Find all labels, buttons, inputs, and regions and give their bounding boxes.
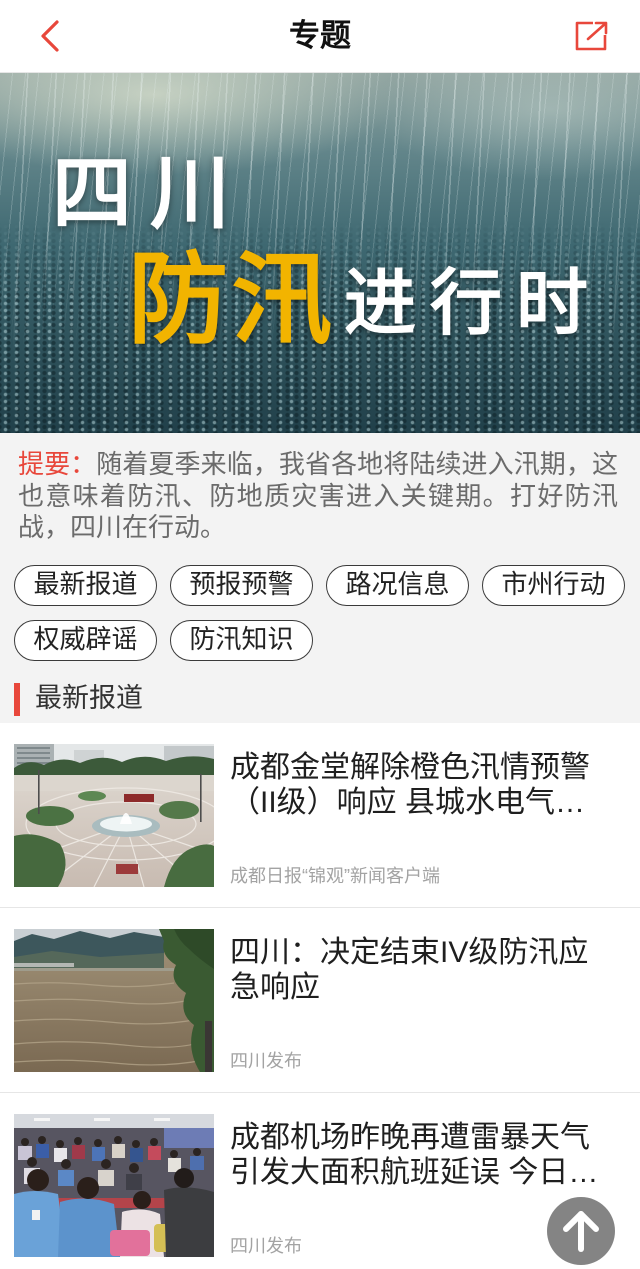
article-title[interactable]: 成都机场昨晚再遭雷暴天气引发大面积航班延误 今日…	[230, 1120, 614, 1190]
tag-rumor-debunking[interactable]: 权威辟谣	[14, 620, 157, 661]
topic-banner: 四川 防汛 进行时	[0, 73, 640, 433]
share-button[interactable]	[566, 12, 618, 60]
section-header: 最新报道	[0, 673, 640, 723]
tag-latest-reports[interactable]: 最新报道	[14, 565, 157, 606]
summary-label: 提要：	[18, 449, 97, 479]
share-external-icon	[575, 21, 608, 51]
top-navigation-bar: 专题	[0, 0, 640, 73]
tag-forecast-warnings[interactable]: 预报预警	[170, 565, 313, 606]
article-title[interactable]: 四川：决定结束IV级防汛应急响应	[230, 935, 614, 1005]
topic-intro-panel: 提要：随着夏季来临，我省各地将陆续进入汛期，这也意味着防汛、防地质灾害进入关键期…	[0, 433, 640, 723]
article-list: 成都金堂解除橙色汛情预警（II级）响应 县城水电气… 成都日报“锦观”新闻客户端	[0, 723, 640, 1257]
article-thumbnail	[14, 744, 214, 887]
tag-city-actions[interactable]: 市州行动	[482, 565, 625, 606]
section-accent-bar	[14, 683, 20, 716]
section-title: 最新报道	[35, 683, 143, 713]
article-source: 四川发布	[230, 1236, 302, 1256]
article-title[interactable]: 成都金堂解除橙色汛情预警（II级）响应 县城水电气…	[230, 750, 614, 820]
article-item[interactable]: 成都机场昨晚再遭雷暴天气引发大面积航班延误 今日… 四川发布	[0, 1092, 640, 1257]
page-title: 专题	[289, 18, 351, 53]
article-text: 成都金堂解除橙色汛情预警（II级）响应 县城水电气… 成都日报“锦观”新闻客户端	[230, 744, 614, 887]
article-source: 成都日报“锦观”新闻客户端	[230, 866, 440, 886]
article-item[interactable]: 成都金堂解除橙色汛情预警（II级）响应 县城水电气… 成都日报“锦观”新闻客户端	[0, 723, 640, 907]
article-item[interactable]: 四川：决定结束IV级防汛应急响应 四川发布	[0, 907, 640, 1092]
summary-text: 随着夏季来临，我省各地将陆续进入汛期，这也意味着防汛、防地质灾害进入关键期。打好…	[18, 449, 618, 542]
arrow-up-icon	[563, 1211, 599, 1252]
banner-title-highlight: 防汛	[128, 240, 336, 358]
tag-flood-knowledge[interactable]: 防汛知识	[170, 620, 313, 661]
article-text: 四川：决定结束IV级防汛应急响应 四川发布	[230, 929, 614, 1072]
article-source: 四川发布	[230, 1051, 302, 1071]
banner-title-rest: 进行时	[344, 260, 603, 345]
tag-road-conditions[interactable]: 路况信息	[326, 565, 469, 606]
topic-summary: 提要：随着夏季来临，我省各地将陆续进入汛期，这也意味着防汛、防地质灾害进入关键期…	[18, 449, 618, 544]
article-thumbnail	[14, 929, 214, 1072]
category-tags: 最新报道 预报预警 路况信息 市州行动 权威辟谣 防汛知识	[14, 565, 626, 661]
article-thumbnail	[14, 1114, 214, 1257]
banner-title-province: 四川	[52, 146, 248, 240]
scroll-to-top-button[interactable]	[547, 1197, 615, 1265]
